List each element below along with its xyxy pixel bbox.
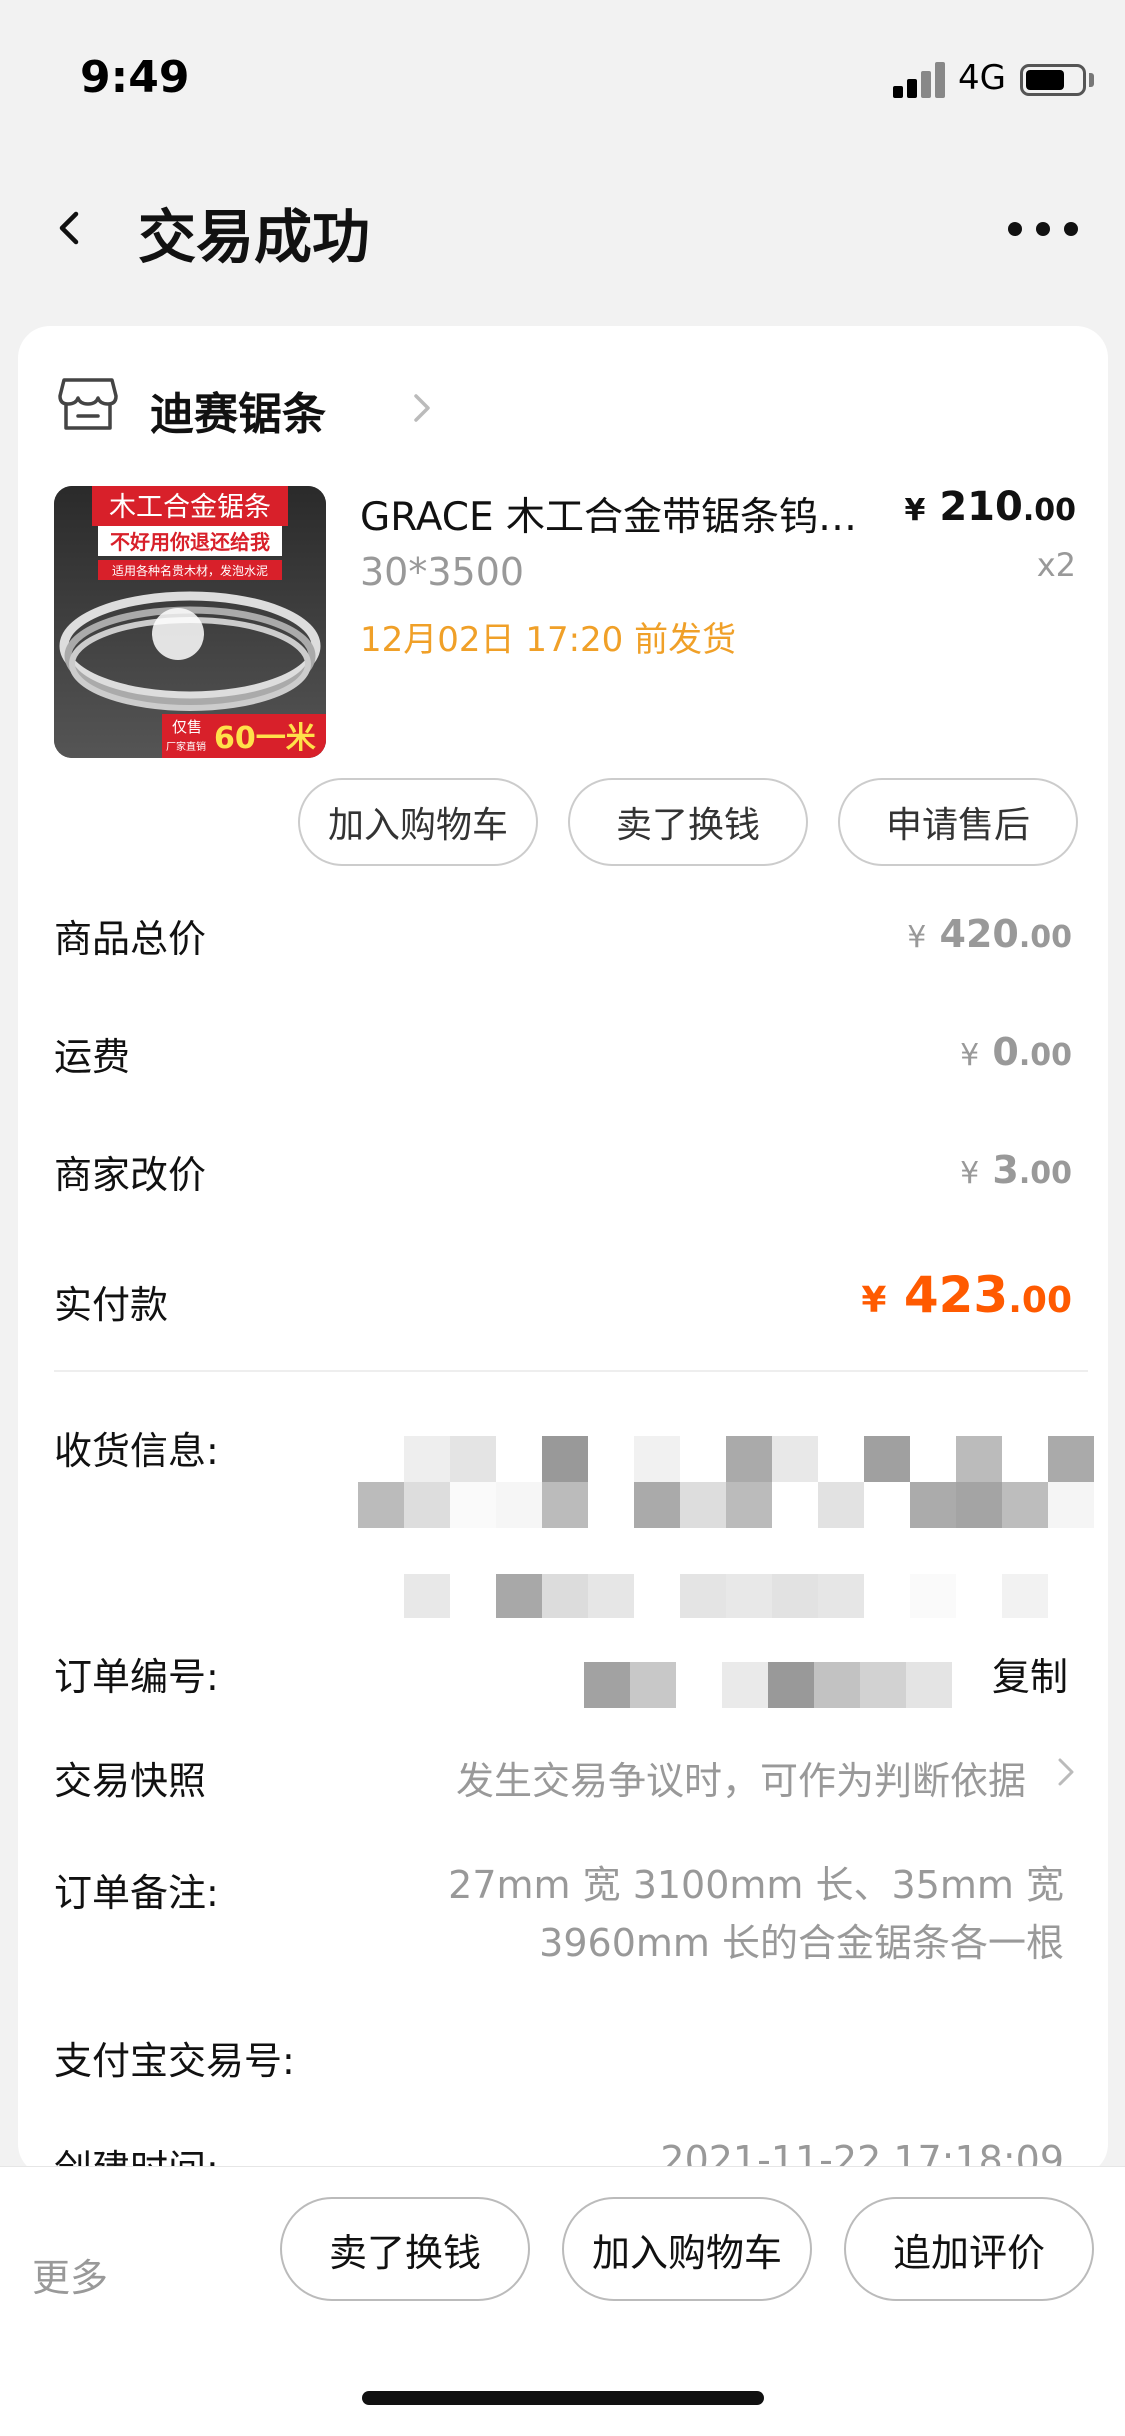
summary-label: 商品总价 — [54, 917, 207, 961]
summary-decimal: .00 — [1018, 920, 1072, 955]
chevron-right-icon[interactable] — [1056, 1754, 1076, 1790]
copy-order-button[interactable]: 复制 — [992, 1646, 1068, 1701]
divider — [54, 1370, 1088, 1372]
battery-icon — [1020, 64, 1086, 96]
image-banner-text: 木工合金锯条 — [109, 492, 271, 523]
receiver-address-redacted — [404, 1574, 1048, 1618]
image-slogan-text: 不好用你退还给我 — [110, 530, 270, 554]
signal-icon — [893, 62, 945, 98]
image-tag-small2: 厂家直销 — [166, 740, 206, 753]
image-tag-small: 仅售 — [172, 718, 202, 736]
add-review-button[interactable]: 追加评价 — [844, 2197, 1094, 2301]
chevron-right-icon — [414, 394, 430, 422]
price-decimal: .00 — [1022, 493, 1076, 528]
sell-for-cash-button[interactable]: 卖了换钱 — [280, 2197, 530, 2301]
summary-value: ¥ 0.00 — [960, 1030, 1072, 1074]
shop-row[interactable]: 迪赛锯条 — [58, 366, 758, 446]
summary-decimal: .00 — [1018, 1156, 1072, 1191]
after-sales-button[interactable]: 申请售后 — [838, 778, 1078, 866]
receiver-redacted — [358, 1436, 1094, 1528]
summary-currency: ¥ — [907, 920, 927, 955]
summary-decimal: .00 — [1008, 1280, 1072, 1321]
product-photo: 木工合金锯条 不好用你退还给我 适用各种名贵木材，发泡水泥 仅售 厂家直销 60… — [54, 486, 326, 758]
summary-label: 商家改价 — [54, 1153, 207, 1197]
product-spec: 30*3500 — [360, 550, 525, 594]
summary-integer: 0 — [992, 1030, 1019, 1074]
battery-level — [1026, 70, 1064, 90]
page-title: 交易成功 — [138, 203, 371, 271]
shop-name: 迪赛锯条 — [150, 389, 326, 440]
summary-value: ¥ 3.00 — [960, 1148, 1072, 1192]
summary-currency: ¥ — [960, 1156, 980, 1191]
order-card: 迪赛锯条 木工合金锯条 不好用你退还给我 适用各种名贵木材，发泡水泥 仅售 厂家… — [18, 326, 1108, 2176]
add-to-cart-button[interactable]: 加入购物车 — [562, 2197, 812, 2301]
product-title[interactable]: GRACE 木工合金带锯条钨… — [360, 486, 930, 542]
order-number-label: 订单编号: — [54, 1655, 219, 1699]
product-image[interactable]: 木工合金锯条 不好用你退还给我 适用各种名贵木材，发泡水泥 仅售 厂家直销 60… — [54, 486, 326, 758]
home-indicator[interactable] — [362, 2391, 764, 2405]
summary-decimal: .00 — [1018, 1038, 1072, 1073]
status-time: 9:49 — [80, 52, 190, 103]
chevron-left-icon[interactable] — [52, 210, 88, 246]
alipay-trade-label: 支付宝交易号: — [54, 2039, 295, 2083]
battery-cap — [1089, 73, 1094, 87]
summary-integer: 423 — [903, 1266, 1009, 1324]
status-bar: 9:49 4G — [0, 0, 1125, 140]
remark-value: 27mm 宽 3100mm 长、35mm 宽 3960mm 长的合金锯条各一根 — [448, 1863, 1064, 1965]
summary-integer: 420 — [939, 912, 1019, 956]
receiver-label: 收货信息: — [54, 1429, 219, 1473]
price-integer: 210 — [939, 484, 1023, 530]
image-sub-text: 适用各种名贵木材，发泡水泥 — [112, 563, 268, 578]
store-icon — [58, 378, 118, 430]
add-to-cart-button[interactable]: 加入购物车 — [298, 778, 538, 866]
summary-value: ¥ 420.00 — [907, 912, 1072, 956]
order-number-redacted — [584, 1662, 952, 1708]
more-dots-icon[interactable] — [1008, 222, 1078, 238]
summary-label: 运费 — [54, 1035, 131, 1079]
summary-integer: 3 — [992, 1148, 1019, 1192]
summary-currency: ¥ — [861, 1280, 887, 1321]
nav-bar: 交易成功 — [0, 170, 1125, 290]
ship-deadline: 12月02日 17:20 前发货 — [360, 620, 737, 660]
price-currency: ¥ — [904, 493, 926, 528]
sell-for-cash-button[interactable]: 卖了换钱 — [568, 778, 808, 866]
more-actions[interactable]: 更多 — [32, 2247, 108, 2302]
paid-amount: ¥ 423.00 — [861, 1266, 1072, 1324]
network-type: 4G — [958, 58, 1006, 98]
snapshot-hint[interactable]: 发生交易争议时，可作为判断依据 — [456, 1750, 1026, 1805]
snapshot-label[interactable]: 交易快照 — [54, 1750, 206, 1805]
product-quantity: x2 — [1036, 546, 1076, 584]
product-price: ¥ 210.00 — [905, 484, 1076, 530]
summary-currency: ¥ — [960, 1038, 980, 1073]
image-tag-big: 60一米 — [214, 721, 316, 756]
remark-label: 订单备注: — [54, 1871, 219, 1915]
summary-label: 实付款 — [54, 1283, 169, 1327]
